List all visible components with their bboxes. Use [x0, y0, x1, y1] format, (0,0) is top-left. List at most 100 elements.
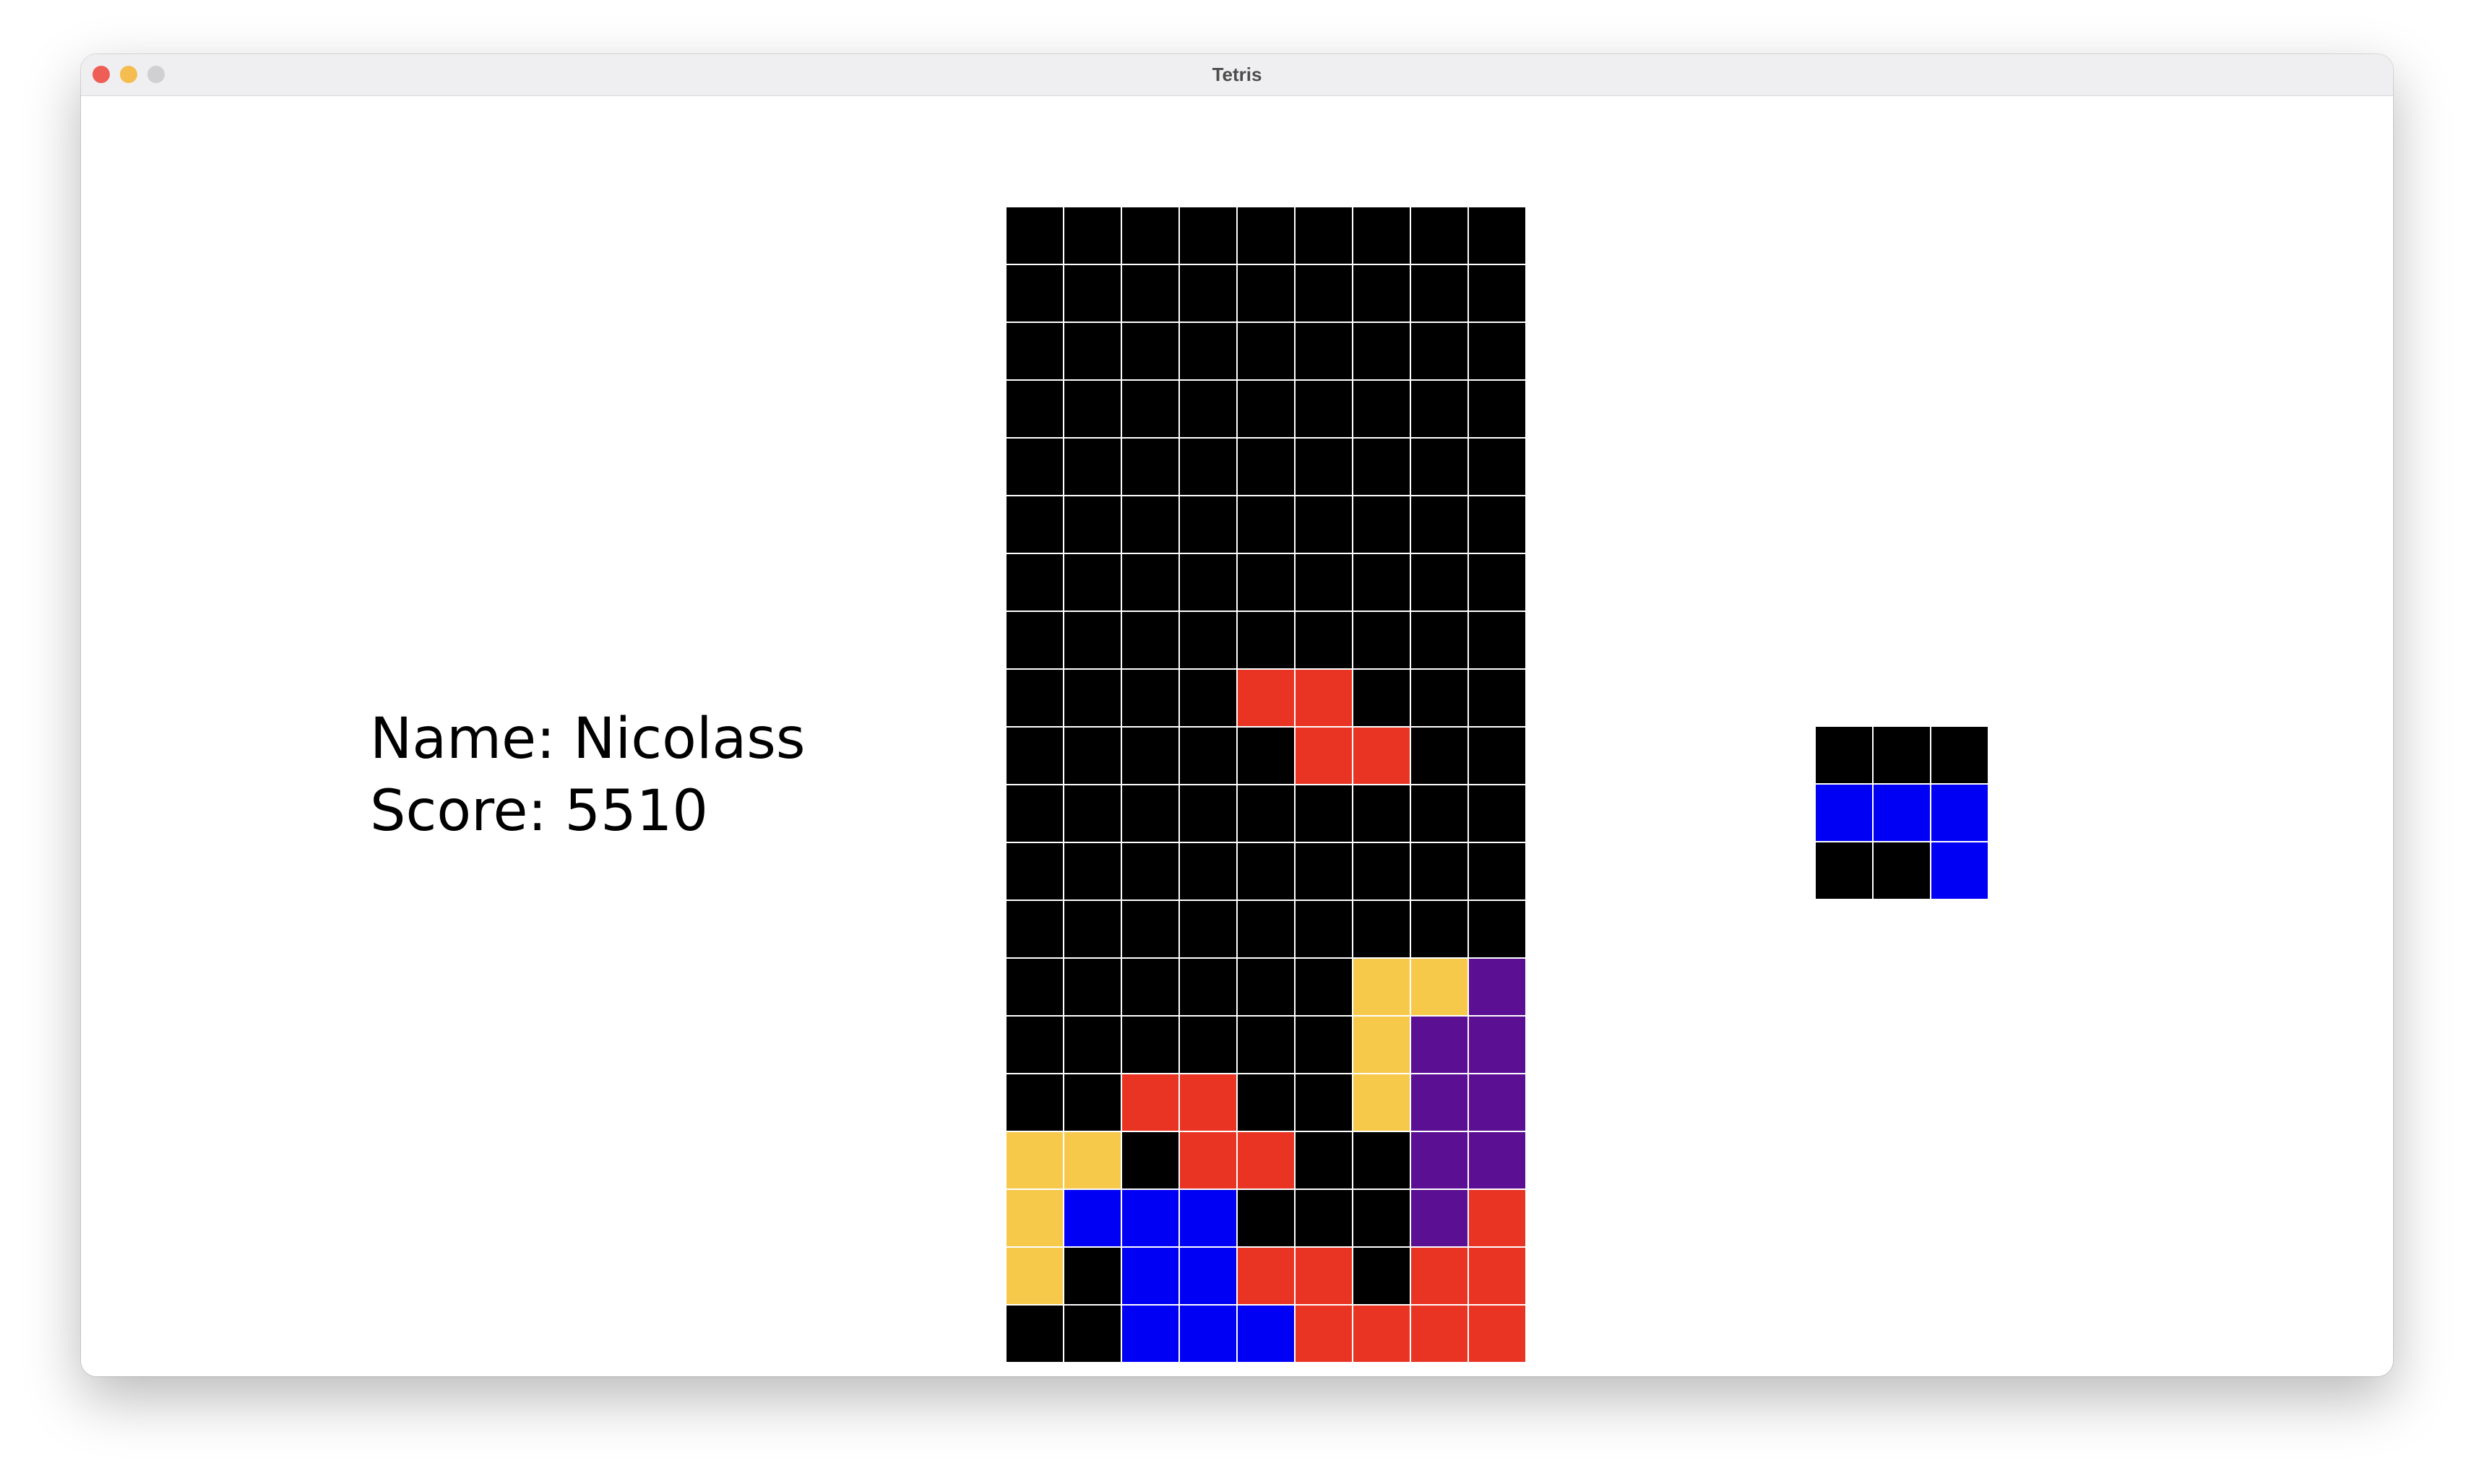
- board-cell: [1295, 669, 1353, 727]
- board-cell: [1353, 669, 1410, 727]
- board-cell: [1006, 842, 1064, 900]
- board-cell: [1064, 438, 1121, 496]
- board-cell: [1295, 900, 1353, 958]
- board-cell: [1179, 958, 1237, 1016]
- board-cell: [1237, 669, 1295, 727]
- board-cell: [1295, 438, 1353, 496]
- board-cell: [1179, 900, 1237, 958]
- board-cell: [1353, 1074, 1410, 1131]
- board-cell: [1237, 785, 1295, 842]
- board-cell: [1064, 727, 1121, 785]
- board-cell: [1237, 1074, 1295, 1131]
- board-cell: [1064, 264, 1121, 322]
- board-cell: [1006, 322, 1064, 380]
- board-cell: [1237, 553, 1295, 611]
- board-cell: [1064, 669, 1121, 727]
- board-cell: [1064, 958, 1121, 1016]
- board-cell: [1468, 900, 1526, 958]
- board-cell: [1006, 1016, 1064, 1074]
- player-info: Name: Nicolass Score: 5510: [370, 703, 806, 847]
- board-cell: [1237, 1131, 1295, 1189]
- board-cell: [1121, 785, 1179, 842]
- board-cell: [1410, 727, 1468, 785]
- board-cell: [1468, 322, 1526, 380]
- board-cell: [1410, 438, 1468, 496]
- board-cell: [1353, 207, 1410, 264]
- board-cell: [1121, 1247, 1179, 1305]
- board-cell: [1410, 496, 1468, 553]
- board-cell: [1295, 1189, 1353, 1247]
- board-cell: [1353, 1016, 1410, 1074]
- board-cell: [1353, 1189, 1410, 1247]
- board-cell: [1237, 727, 1295, 785]
- board-cell: [1468, 1189, 1526, 1247]
- board-cell: [1468, 842, 1526, 900]
- board-cell: [1121, 1189, 1179, 1247]
- board-cell: [1237, 380, 1295, 438]
- board-cell: [1121, 900, 1179, 958]
- board-cell: [1006, 611, 1064, 669]
- board-cell: [1295, 1131, 1353, 1189]
- board-cell: [1295, 958, 1353, 1016]
- board-cell: [1064, 842, 1121, 900]
- board-cell: [1410, 1189, 1468, 1247]
- board-cell: [1179, 1189, 1237, 1247]
- board-cell: [1468, 1247, 1526, 1305]
- board-cell: [1121, 611, 1179, 669]
- title-bar[interactable]: Tetris: [81, 54, 2393, 96]
- board-cell: [1121, 496, 1179, 553]
- board-cell: [1410, 1247, 1468, 1305]
- board-cell: [1237, 322, 1295, 380]
- board-cell: [1006, 900, 1064, 958]
- board-cell: [1064, 1131, 1121, 1189]
- board-cell: [1353, 553, 1410, 611]
- board-cell: [1353, 958, 1410, 1016]
- board-cell: [1410, 669, 1468, 727]
- board-cell: [1179, 322, 1237, 380]
- board-cell: [1468, 1074, 1526, 1131]
- board-cell: [1353, 785, 1410, 842]
- next-piece-cell: [1815, 784, 1873, 842]
- board-cell: [1121, 207, 1179, 264]
- board-cell: [1006, 1074, 1064, 1131]
- board-cell: [1179, 1016, 1237, 1074]
- board-cell: [1064, 496, 1121, 553]
- board-cell: [1006, 1305, 1064, 1363]
- board-cell: [1295, 496, 1353, 553]
- board-cell: [1410, 958, 1468, 1016]
- board-cell: [1006, 958, 1064, 1016]
- board-cell: [1006, 727, 1064, 785]
- board-cell: [1295, 785, 1353, 842]
- board-cell: [1064, 611, 1121, 669]
- board-cell: [1295, 611, 1353, 669]
- board-cell: [1468, 380, 1526, 438]
- board-cell: [1064, 380, 1121, 438]
- board-cell: [1237, 611, 1295, 669]
- board-cell: [1179, 380, 1237, 438]
- board-cell: [1468, 553, 1526, 611]
- board-cell: [1237, 438, 1295, 496]
- board-cell: [1064, 1247, 1121, 1305]
- board-cell: [1179, 611, 1237, 669]
- board-cell: [1121, 438, 1179, 496]
- board-cell: [1468, 1131, 1526, 1189]
- board-cell: [1121, 380, 1179, 438]
- board-cell: [1064, 1189, 1121, 1247]
- board-cell: [1237, 1305, 1295, 1363]
- game-board: [1006, 207, 1526, 1363]
- board-cell: [1353, 842, 1410, 900]
- board-cell: [1353, 380, 1410, 438]
- next-piece-cell: [1931, 726, 1988, 784]
- board-cell: [1006, 207, 1064, 264]
- board-cell: [1410, 207, 1468, 264]
- board-cell: [1006, 380, 1064, 438]
- board-cell: [1179, 438, 1237, 496]
- board-cell: [1179, 264, 1237, 322]
- board-cell: [1064, 207, 1121, 264]
- board-cell: [1237, 207, 1295, 264]
- board-cell: [1064, 1016, 1121, 1074]
- board-cell: [1410, 1131, 1468, 1189]
- board-cell: [1295, 1074, 1353, 1131]
- board-cell: [1353, 900, 1410, 958]
- board-cell: [1179, 496, 1237, 553]
